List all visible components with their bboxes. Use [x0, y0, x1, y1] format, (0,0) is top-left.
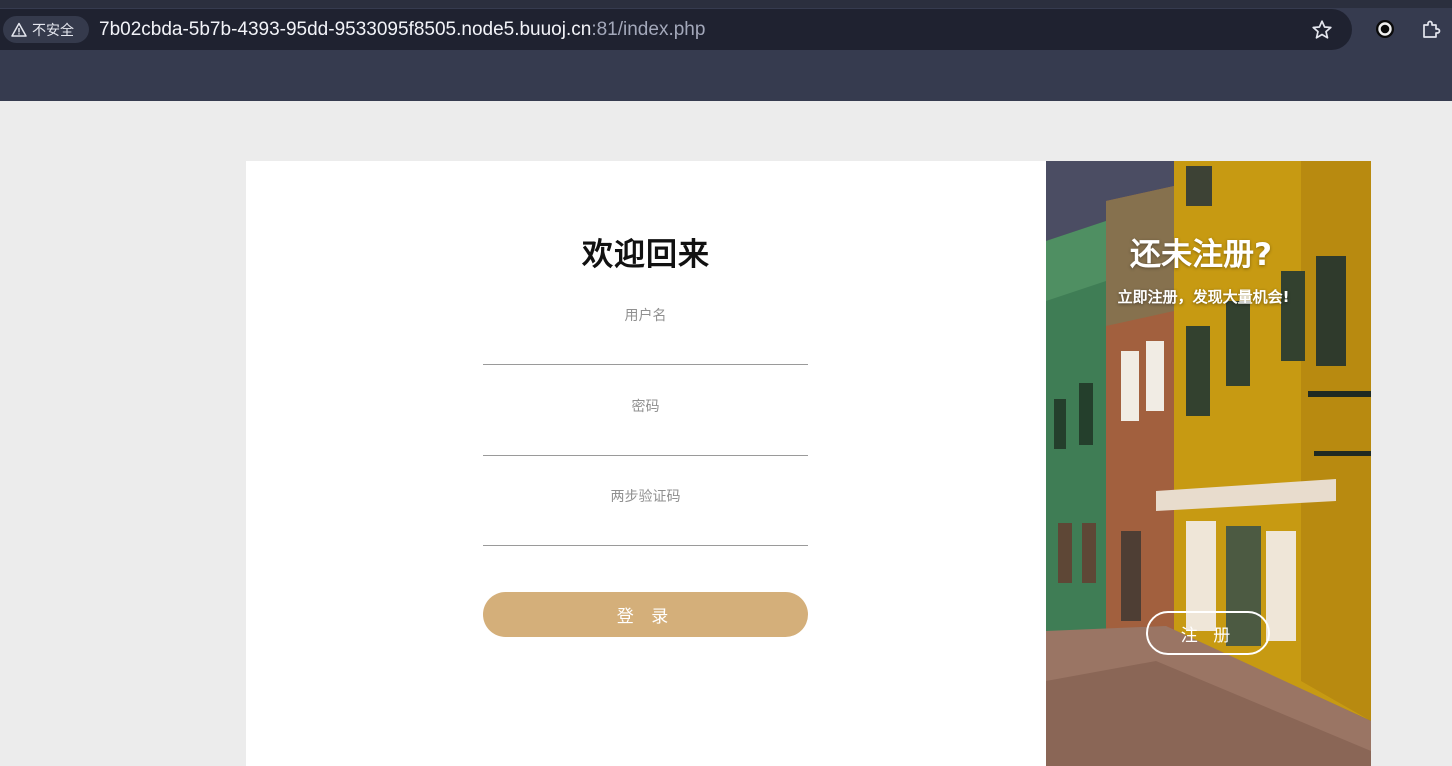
username-field: 用户名 [483, 305, 808, 365]
bookmark-star-icon[interactable] [1310, 18, 1334, 42]
login-title: 欢迎回来 [582, 237, 710, 273]
username-label: 用户名 [624, 308, 667, 324]
password-input[interactable] [483, 425, 808, 453]
security-indicator[interactable]: 不安全 [3, 16, 89, 43]
tab-strip [0, 0, 1452, 8]
password-field: 密码 [483, 396, 808, 456]
login-button[interactable]: 登 录 [483, 592, 808, 637]
username-input[interactable] [483, 334, 808, 362]
security-label: 不安全 [32, 22, 74, 39]
extensions-puzzle-icon[interactable] [1419, 17, 1443, 41]
url-path: :81/index.php [591, 19, 706, 40]
register-subtitle: 立即注册，发现大量机会! [1117, 288, 1290, 306]
otp-field: 两步验证码 [483, 486, 808, 546]
login-form: 欢迎回来 用户名 密码 两步验证码 登 录 [246, 161, 1046, 766]
register-button[interactable]: 注 册 [1146, 611, 1270, 655]
otp-label: 两步验证码 [610, 489, 681, 505]
url-text[interactable]: 7b02cbda-5b7b-4393-95dd-9533095f8505.nod… [99, 9, 705, 50]
register-panel: 还未注册? 立即注册，发现大量机会! 注 册 [1046, 161, 1371, 766]
browser-toolbar: 不安全 7b02cbda-5b7b-4393-95dd-9533095f8505… [0, 0, 1452, 101]
otp-input[interactable] [483, 515, 808, 543]
register-title: 还未注册? [1130, 237, 1272, 273]
extension-circle-icon[interactable] [1373, 17, 1397, 41]
address-bar[interactable]: 不安全 7b02cbda-5b7b-4393-95dd-9533095f8505… [0, 9, 1352, 50]
warning-icon [11, 22, 27, 37]
password-label: 密码 [631, 399, 660, 415]
auth-card: 欢迎回来 用户名 密码 两步验证码 登 录 还未注册? 立即注册，发现大量机会!… [246, 161, 1371, 766]
url-host: 7b02cbda-5b7b-4393-95dd-9533095f8505.nod… [99, 19, 592, 40]
